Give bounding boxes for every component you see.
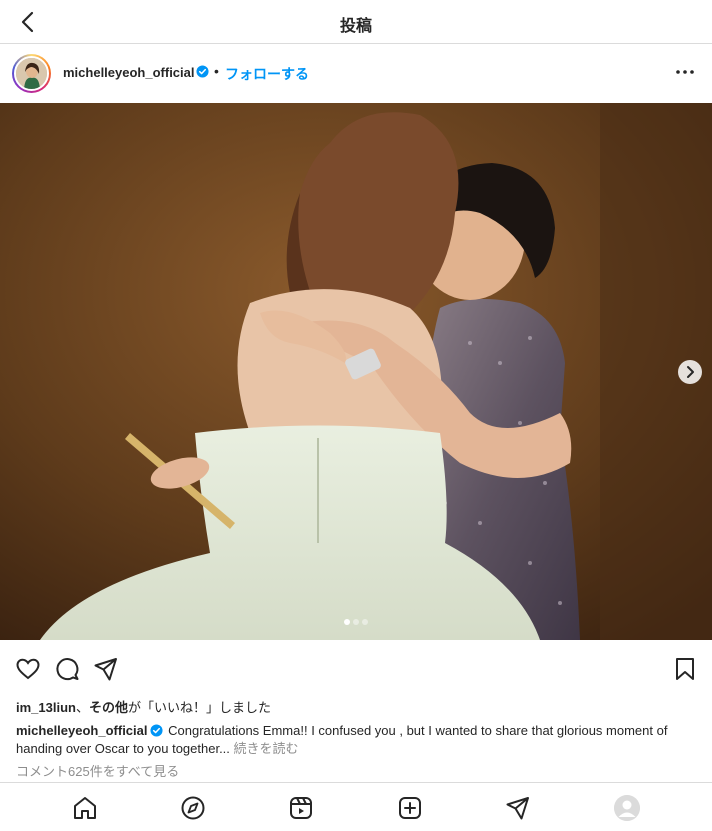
next-image-button[interactable] — [678, 360, 702, 384]
liker-username[interactable]: im_13liun — [16, 700, 76, 715]
top-bar: 投稿 — [0, 0, 712, 44]
verified-badge-icon — [149, 724, 163, 737]
home-icon — [74, 797, 96, 819]
nav-home-button[interactable] — [72, 795, 98, 821]
nav-reels-button[interactable] — [288, 795, 314, 821]
reels-icon — [290, 797, 312, 819]
chevron-right-icon — [687, 366, 694, 378]
post-header: michelleyeoh_official • フォローする — [0, 44, 712, 103]
nav-profile-avatar[interactable] — [614, 795, 640, 821]
more-options-button[interactable] — [672, 62, 698, 82]
carousel-dot-active — [344, 619, 350, 625]
read-more-link[interactable]: 続きを読む — [234, 741, 299, 756]
comment-button[interactable] — [54, 656, 80, 682]
heart-icon — [16, 658, 40, 680]
comment-icon — [56, 658, 79, 681]
post-username[interactable]: michelleyeoh_official — [63, 65, 195, 80]
avatar[interactable] — [12, 54, 51, 93]
post-photo — [0, 103, 712, 640]
bookmark-icon — [676, 658, 694, 680]
bottom-navigation — [0, 782, 712, 831]
verified-badge-icon — [196, 65, 209, 78]
like-button[interactable] — [15, 656, 41, 682]
direct-icon — [506, 797, 529, 820]
nav-create-button[interactable] — [397, 795, 423, 821]
nav-explore-button[interactable] — [180, 795, 206, 821]
avatar-photo — [16, 58, 47, 89]
post-image[interactable] — [0, 103, 712, 640]
page-title: 投稿 — [339, 18, 372, 35]
post-actions — [0, 640, 712, 696]
more-horizontal-icon — [676, 70, 694, 74]
likes-suffix: が「いいね！」しました — [128, 700, 272, 715]
create-icon — [399, 797, 421, 819]
share-button[interactable] — [93, 656, 119, 682]
caption-username[interactable]: michelleyeoh_official — [16, 723, 148, 738]
nav-direct-button[interactable] — [505, 795, 531, 821]
carousel-dot — [362, 619, 368, 625]
explore-icon — [181, 796, 205, 820]
carousel-dot — [353, 619, 359, 625]
view-all-comments-link[interactable]: コメント625件をすべて見る — [16, 761, 179, 780]
likes-summary: im_13liun、その他が「いいね！」しました — [16, 697, 271, 716]
separator-dot: • — [214, 63, 219, 79]
likes-others-link[interactable]: その他 — [89, 700, 128, 715]
save-button[interactable] — [672, 656, 698, 682]
follow-button[interactable]: フォローする — [225, 64, 309, 84]
likes-joiner: 、 — [75, 700, 89, 715]
post-caption: michelleyeoh_official Congratulations Em… — [16, 722, 701, 758]
profile-avatar-icon — [614, 795, 640, 821]
carousel-indicator — [338, 619, 374, 625]
send-icon — [94, 658, 117, 681]
